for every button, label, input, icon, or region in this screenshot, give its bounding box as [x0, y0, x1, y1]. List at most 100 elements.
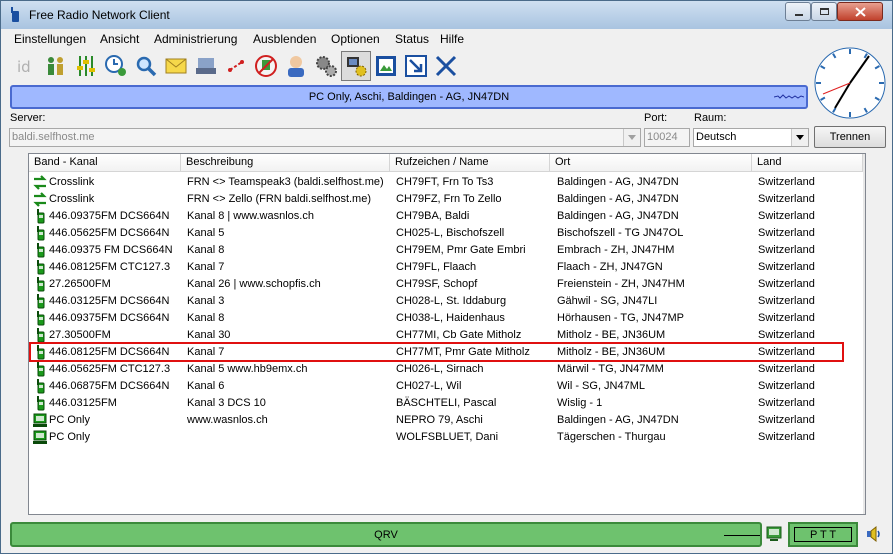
table-row[interactable]: Crosslink FRN <> Teamspeak3 (baldi.selfho… — [29, 174, 863, 191]
clock-user-button[interactable] — [101, 51, 131, 81]
port-value: 10024 — [647, 131, 678, 143]
exit-button[interactable] — [431, 51, 461, 81]
mute-button[interactable] — [221, 51, 251, 81]
main-window: Free Radio Network Client Einstellungen … — [0, 0, 893, 554]
table-row[interactable]: 446.06875FM DCS664N Kanal 6 CH027-L, Wil Wi… — [29, 378, 863, 395]
waveform-icon — [774, 94, 804, 99]
cell-band: 27.30500FM — [49, 329, 111, 341]
table-row[interactable]: 27.26500FM Kanal 26 | www.schopfis.ch CH79… — [29, 276, 863, 293]
column-header-country[interactable]: Land — [752, 154, 863, 172]
cell-callsign: CH77MT, Pmr Gate Mitholz — [396, 346, 530, 358]
table-row[interactable]: 446.09375 FM DCS664N Kanal 8 CH79EM, Pmr G… — [29, 242, 863, 259]
cell-description: Kanal 30 — [187, 329, 231, 341]
column-header-band[interactable]: Band - Kanal — [29, 154, 181, 172]
menu-optionen[interactable]: Optionen — [331, 32, 380, 46]
list-header: Band - Kanal Beschreibung Rufzeichen / N… — [29, 154, 863, 172]
arrow-button[interactable] — [401, 51, 431, 81]
clock-user-icon — [105, 55, 126, 76]
menu-ausblenden[interactable]: Ausblenden — [253, 32, 316, 46]
cell-location: Freienstein - ZH, JN47HM — [557, 278, 685, 290]
radio-icon — [37, 226, 45, 241]
cell-band: 446.03125FM — [49, 397, 117, 409]
cell-location: Wil - SG, JN47ML — [557, 380, 646, 392]
maximize-button[interactable] — [811, 2, 837, 21]
cell-country: Switzerland — [758, 227, 815, 239]
radio-icon — [37, 294, 45, 309]
computer-icon — [33, 430, 47, 444]
speaker-icon[interactable] — [865, 525, 883, 543]
room-dropdown-button[interactable] — [791, 129, 808, 146]
client-list[interactable]: Band - Kanal Beschreibung Rufzeichen / N… — [28, 153, 866, 515]
message-button[interactable] — [161, 51, 191, 81]
cell-country: Switzerland — [758, 193, 815, 205]
cell-band: 446.09375 FM DCS664N — [49, 244, 173, 256]
clock-icon — [814, 47, 886, 119]
list-scrollbar[interactable] — [863, 154, 865, 514]
room-select[interactable]: Deutsch — [693, 128, 809, 147]
cell-country: Switzerland — [758, 295, 815, 307]
equalizer-icon — [77, 56, 95, 76]
port-input[interactable]: 10024 — [644, 128, 690, 147]
users-button[interactable] — [41, 51, 71, 81]
disconnect-button[interactable]: Trennen — [814, 126, 886, 148]
menu-hilfe[interactable]: Hilfe — [440, 32, 464, 46]
hand-button[interactable] — [191, 51, 221, 81]
table-row[interactable]: 446.03125FM Kanal 3 DCS 10 BÄSCHTELI, Pasc… — [29, 395, 863, 412]
svg-text:id: id — [17, 58, 31, 76]
close-button[interactable] — [837, 2, 883, 21]
block-button[interactable] — [251, 51, 281, 81]
id-button[interactable]: id — [11, 51, 41, 81]
settings-button[interactable] — [311, 51, 341, 81]
ptt-button[interactable]: P T T — [788, 522, 858, 547]
title-bar[interactable]: Free Radio Network Client — [1, 1, 892, 29]
search-button[interactable] — [131, 51, 161, 81]
equalizer-button[interactable] — [71, 51, 101, 81]
minimize-button[interactable] — [785, 2, 811, 21]
radio-icon — [37, 379, 45, 394]
qrv-status-bar: QRV — [10, 522, 762, 547]
users-icon — [48, 57, 63, 75]
menu-administrierung[interactable]: Administrierung — [154, 32, 237, 46]
column-header-description[interactable]: Beschreibung — [181, 154, 390, 172]
menu-ansicht[interactable]: Ansicht — [100, 32, 139, 46]
cell-country: Switzerland — [758, 278, 815, 290]
server-label: Server: — [10, 112, 46, 124]
cell-country: Switzerland — [758, 431, 815, 443]
table-row[interactable]: 446.09375FM DCS664N Kanal 8 CH038-L, Haide… — [29, 310, 863, 327]
image-icon — [376, 56, 396, 76]
table-row[interactable]: 446.05625FM DCS664N Kanal 5 CH025-L, Bisch… — [29, 225, 863, 242]
cell-location: Embrach - ZH, JN47HM — [557, 244, 675, 256]
radio-icon — [37, 277, 45, 292]
cell-band: 446.08125FM CTC127.3 — [49, 261, 171, 273]
cell-description: Kanal 8 | www.wasnlos.ch — [187, 210, 314, 222]
cell-band: PC Only — [49, 431, 90, 443]
cell-callsign: CH77MI, Cb Gate Mitholz — [396, 329, 522, 341]
radio-icon — [37, 396, 45, 411]
cell-location: Baldingen - AG, JN47DN — [557, 176, 679, 188]
table-row[interactable]: Crosslink FRN <> Zello (FRN baldi.selfhos… — [29, 191, 863, 208]
computer-icon — [33, 413, 47, 427]
table-row[interactable]: 446.05625FM CTC127.3 Kanal 5 www.hb9emx.c… — [29, 361, 863, 378]
cell-location: Hörhausen - TG, JN47MP — [557, 312, 684, 324]
column-header-callsign[interactable]: Rufzeichen / Name — [390, 154, 550, 172]
avatar-button[interactable] — [281, 51, 311, 81]
table-row[interactable]: 446.09375FM DCS664N Kanal 8 | www.wasnlos… — [29, 208, 863, 225]
server-dropdown-button[interactable] — [623, 129, 640, 146]
computer-settings-button[interactable] — [341, 51, 371, 81]
menu-status[interactable]: Status — [395, 32, 429, 46]
table-row[interactable]: 446.08125FM DCS664N Kanal 7 CH77MT, Pmr Ga… — [29, 344, 863, 361]
cell-callsign: CH79BA, Baldi — [396, 210, 470, 222]
cell-callsign: CH79EM, Pmr Gate Embri — [396, 244, 526, 256]
cell-callsign: CH79SF, Schopf — [396, 278, 478, 290]
server-input[interactable]: baldi.selfhost.me — [9, 128, 641, 147]
table-row[interactable]: PC Only www.wasnlos.ch NEPRO 79, Aschi Bald… — [29, 412, 863, 429]
column-header-location[interactable]: Ort — [550, 154, 752, 172]
table-row[interactable]: 446.03125FM DCS664N Kanal 3 CH028-L, St. I… — [29, 293, 863, 310]
table-row[interactable]: 446.08125FM CTC127.3 Kanal 7 CH79FL, Flaac… — [29, 259, 863, 276]
connection-status-text: PC Only, Aschi, Baldingen - AG, JN47DN — [308, 91, 510, 103]
image-button[interactable] — [371, 51, 401, 81]
menu-einstellungen[interactable]: Einstellungen — [14, 32, 86, 46]
table-row[interactable]: 27.30500FM Kanal 30 CH77MI, Cb Gate Mithol… — [29, 327, 863, 344]
table-row[interactable]: PC Only WOLFSBLUET, Dani Tägerschen - Thur… — [29, 429, 863, 446]
cell-country: Switzerland — [758, 346, 815, 358]
